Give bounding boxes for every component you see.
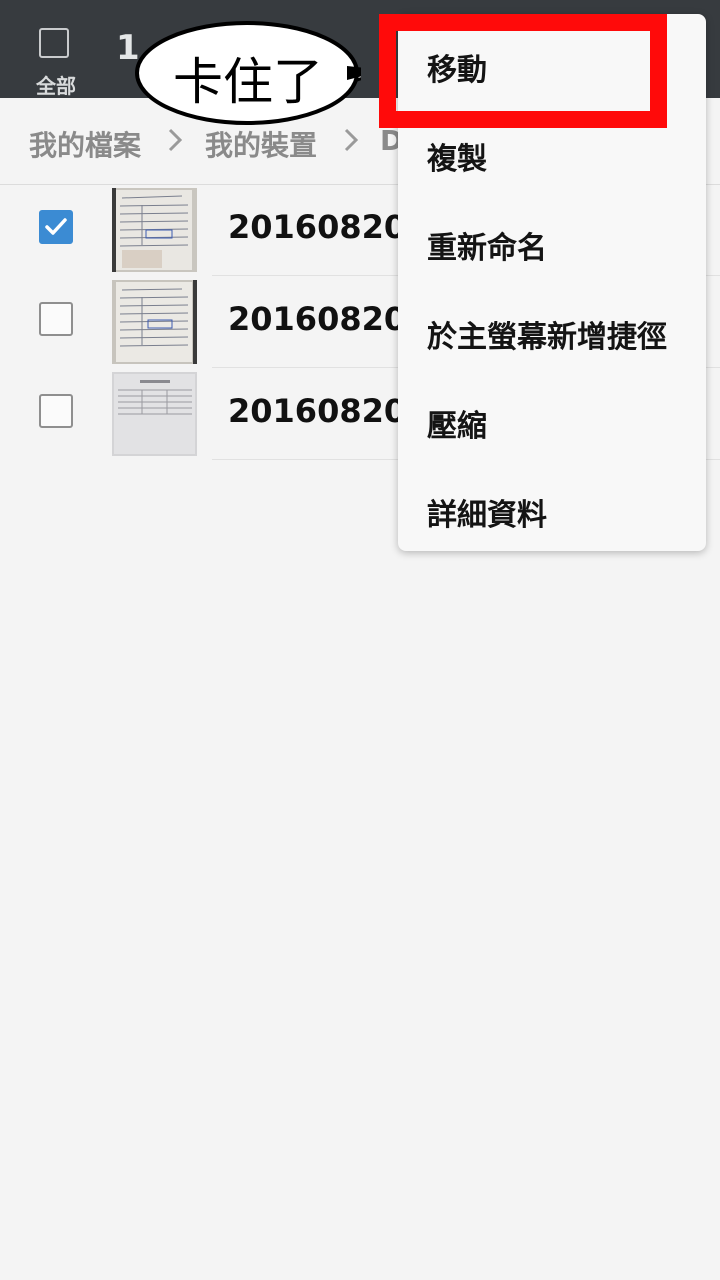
menu-item-label: 重新命名 xyxy=(427,231,547,266)
chevron-right-icon xyxy=(168,128,182,152)
select-all-checkbox[interactable]: 全部 xyxy=(28,26,84,98)
file-name: 20160820 xyxy=(228,392,407,430)
document-photo-thumbnail xyxy=(112,372,197,456)
document-photo-thumbnail xyxy=(112,188,197,272)
annotation-speech-bubble: 卡住了 xyxy=(135,20,361,126)
menu-item-compress[interactable]: 壓縮 xyxy=(398,375,706,464)
chevron-right-icon xyxy=(344,128,358,152)
menu-item-add-shortcut[interactable]: 於主螢幕新增捷徑 xyxy=(398,286,706,375)
checkbox-icon xyxy=(39,28,69,58)
document-photo-thumbnail xyxy=(112,280,197,364)
menu-item-details[interactable]: 詳細資料 xyxy=(398,464,706,553)
breadcrumb-item-my-files[interactable]: 我的檔案 xyxy=(29,124,141,164)
breadcrumb-item-my-device[interactable]: 我的裝置 xyxy=(205,124,317,164)
menu-item-label: 詳細資料 xyxy=(427,498,547,533)
menu-item-label: 複製 xyxy=(427,142,487,177)
screen: 全部 1 我的檔案 我的裝置 D 20160820 20160820 20160… xyxy=(0,0,720,1280)
menu-item-label: 於主螢幕新增捷徑 xyxy=(427,320,667,355)
file-checkbox[interactable] xyxy=(39,210,73,244)
file-checkbox[interactable] xyxy=(39,302,73,336)
file-name: 20160820 xyxy=(228,208,407,246)
file-checkbox[interactable] xyxy=(39,394,73,428)
annotation-text: 卡住了 xyxy=(173,53,323,111)
annotation-highlight-box xyxy=(379,14,667,128)
select-all-label: 全部 xyxy=(36,74,76,98)
menu-item-label: 壓縮 xyxy=(427,409,487,444)
check-icon xyxy=(45,218,67,235)
menu-item-rename[interactable]: 重新命名 xyxy=(398,197,706,286)
file-name: 20160820 xyxy=(228,300,407,338)
